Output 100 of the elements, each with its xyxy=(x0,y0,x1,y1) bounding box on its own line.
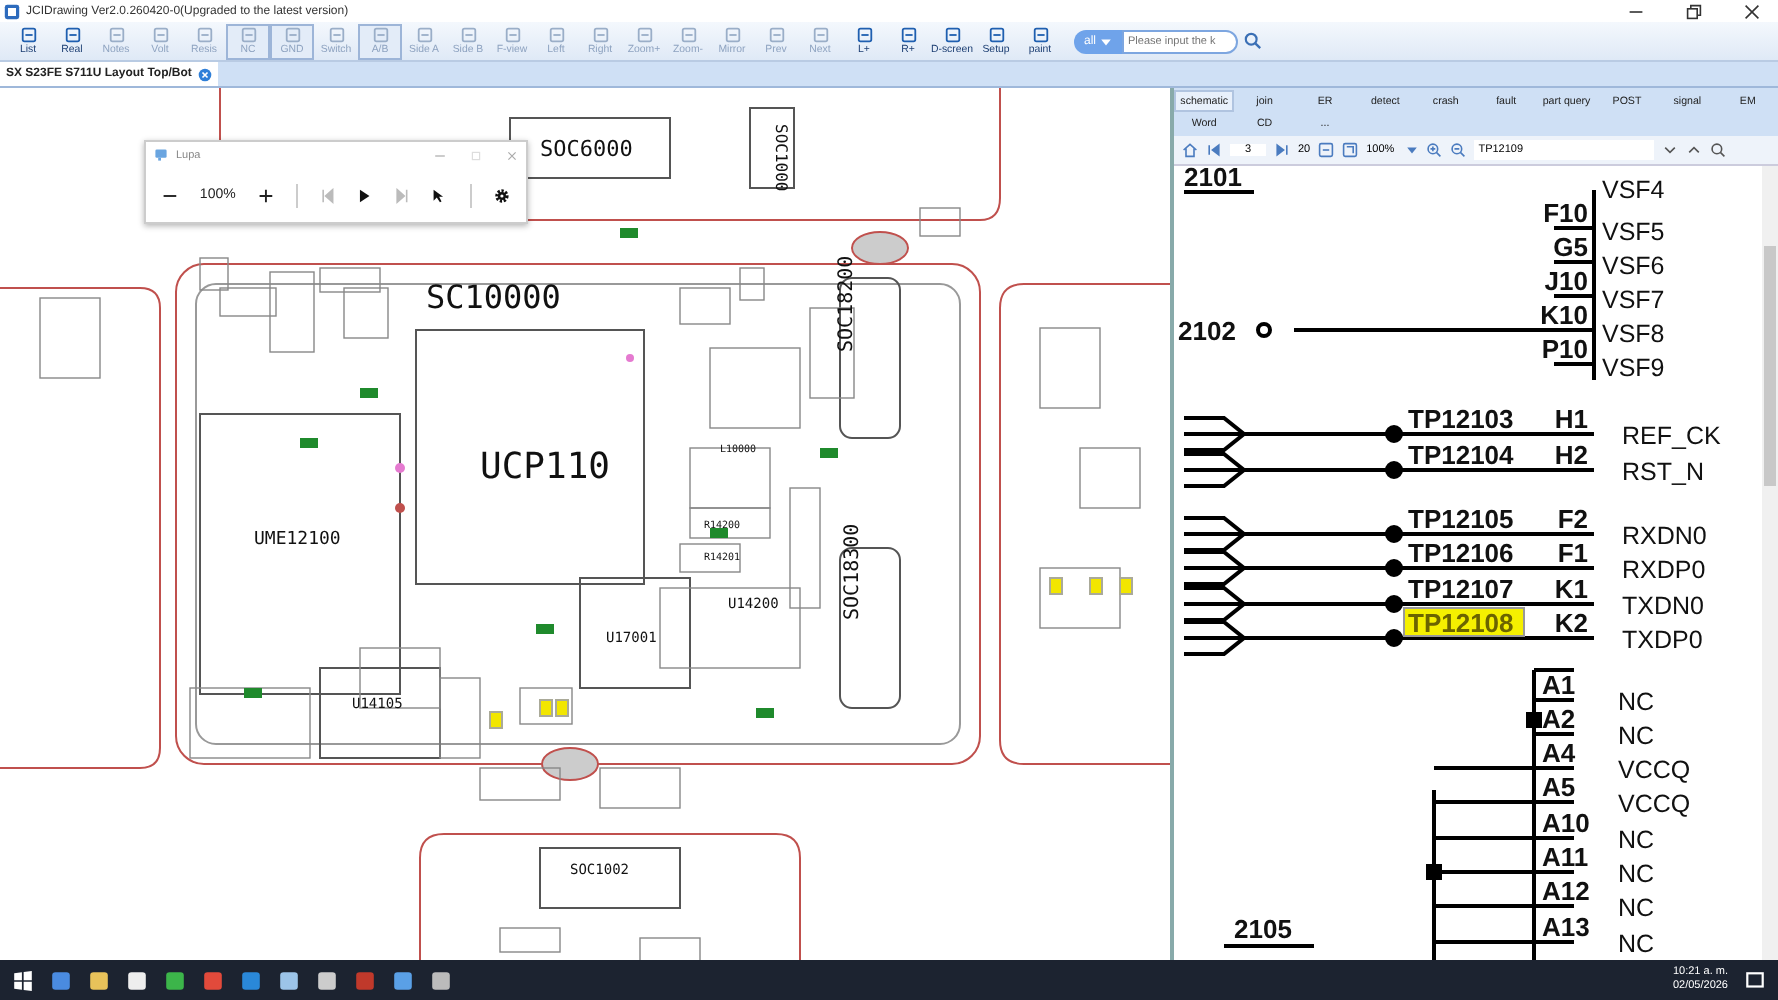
close-icon[interactable] xyxy=(1744,3,1760,19)
pin-label: A10 xyxy=(1542,808,1590,838)
net-label: REF_CK xyxy=(1622,422,1721,450)
pin-label: A13 xyxy=(1542,912,1590,942)
pin-label: A1 xyxy=(1542,670,1576,700)
chevron-down-icon[interactable] xyxy=(1662,142,1679,158)
net-label: VCCQ xyxy=(1618,756,1691,784)
tool-icon xyxy=(679,25,697,44)
tool-icon xyxy=(591,25,609,44)
net-label: NC xyxy=(1618,860,1655,888)
fit-width-icon[interactable] xyxy=(1342,142,1359,158)
tool-icon xyxy=(987,25,1005,44)
net-label: VSF9 xyxy=(1602,354,1665,382)
tool-icon xyxy=(767,25,785,44)
pin-label: P10 xyxy=(1541,334,1588,364)
restore-icon[interactable] xyxy=(1686,3,1702,19)
net-label: 2102 xyxy=(1178,316,1236,346)
tool-icon xyxy=(899,25,917,44)
pin-label: H2 xyxy=(1554,440,1588,470)
component-label: UME12100 xyxy=(254,530,341,550)
pin-label: K1 xyxy=(1554,574,1588,604)
tool-icon xyxy=(107,25,125,44)
net-label: RST_N xyxy=(1622,458,1704,486)
pin-label: F10 xyxy=(1543,198,1588,228)
fit-page-icon[interactable] xyxy=(1318,142,1335,158)
tool-icon xyxy=(723,25,741,44)
first-page-icon[interactable] xyxy=(1206,142,1222,158)
test-point-label: TP12108 xyxy=(1408,608,1514,638)
component-label: UCP110 xyxy=(480,446,611,488)
test-point-label: TP12105 xyxy=(1408,504,1514,534)
net-label: TXDP0 xyxy=(1622,626,1703,654)
pin-label: K2 xyxy=(1554,608,1588,638)
tool-icon xyxy=(1031,25,1049,44)
test-point-label: TP12103 xyxy=(1408,404,1514,434)
last-page-icon[interactable] xyxy=(1274,142,1290,158)
net-label: TXDN0 xyxy=(1622,592,1704,620)
pin-label: A12 xyxy=(1542,876,1590,906)
net-label: VSF4 xyxy=(1602,176,1665,204)
cursor-icon[interactable] xyxy=(432,185,449,205)
home-icon[interactable] xyxy=(1182,142,1198,158)
pin-label: A4 xyxy=(1542,738,1576,768)
tool-icon xyxy=(19,25,37,44)
net-label: 2101 xyxy=(1184,166,1242,192)
net-label: RXDP0 xyxy=(1622,556,1706,584)
app-icon[interactable] xyxy=(126,969,148,991)
tool-icon xyxy=(811,25,829,44)
windows-start-icon[interactable] xyxy=(12,969,34,991)
net-label: NC xyxy=(1618,826,1655,854)
net-label: VSF6 xyxy=(1602,252,1665,280)
app-icon[interactable] xyxy=(278,969,300,991)
pin-label: K10 xyxy=(1540,300,1588,330)
tool-icon xyxy=(943,25,961,44)
pin-label: J10 xyxy=(1544,266,1588,296)
component-label: SC10000 xyxy=(426,278,561,316)
pin-label: G5 xyxy=(1553,232,1588,262)
net-label: NC xyxy=(1618,688,1655,716)
settings-icon[interactable] xyxy=(494,185,510,205)
component-label: SOC6000 xyxy=(540,136,633,162)
tool-icon xyxy=(327,25,345,44)
play-icon[interactable] xyxy=(356,185,373,205)
search-icon[interactable] xyxy=(1244,32,1263,50)
pin-label: A11 xyxy=(1542,842,1589,872)
net-label: RXDN0 xyxy=(1622,522,1707,550)
pin-label: F2 xyxy=(1557,504,1588,534)
caret-icon xyxy=(1100,35,1113,47)
chevron-up-icon[interactable] xyxy=(1686,142,1703,158)
tool-icon xyxy=(547,25,565,44)
component-label: SOC18200 xyxy=(836,255,858,352)
caret-icon[interactable] xyxy=(1406,144,1419,156)
net-label: VCCQ xyxy=(1618,790,1691,818)
zoom-in-icon[interactable] xyxy=(257,185,274,205)
tool-icon xyxy=(503,25,521,44)
tool-icon xyxy=(195,25,213,44)
component-label: SOC18300 xyxy=(842,523,864,620)
test-point-label: TP12106 xyxy=(1408,538,1514,568)
test-point-label: TP12107 xyxy=(1408,574,1514,604)
tool-icon xyxy=(371,25,389,44)
tool-icon xyxy=(151,25,169,44)
component-label: SOC1000 xyxy=(772,124,790,192)
test-point-label: TP12104 xyxy=(1408,440,1514,470)
app-icon[interactable] xyxy=(392,969,414,991)
app-icon[interactable] xyxy=(430,969,452,991)
pin-label: A5 xyxy=(1542,772,1576,802)
tool-icon xyxy=(459,25,477,44)
tool-icon xyxy=(283,25,301,44)
net-label: VSF5 xyxy=(1602,218,1665,246)
tool-icon xyxy=(239,25,257,44)
app-icon[interactable] xyxy=(88,969,110,991)
net-label: VSF8 xyxy=(1602,320,1665,348)
tool-icon xyxy=(415,25,433,44)
search-icon[interactable] xyxy=(1710,142,1727,158)
pin-label: F1 xyxy=(1557,538,1588,568)
net-label: NC xyxy=(1618,722,1655,750)
app-icon[interactable] xyxy=(316,969,338,991)
tool-icon xyxy=(63,25,81,44)
app-icon[interactable] xyxy=(164,969,186,991)
pin-label: A2 xyxy=(1542,704,1576,734)
scrollbar[interactable] xyxy=(1762,166,1778,960)
tool-icon xyxy=(635,25,653,44)
net-label: NC xyxy=(1618,894,1655,922)
